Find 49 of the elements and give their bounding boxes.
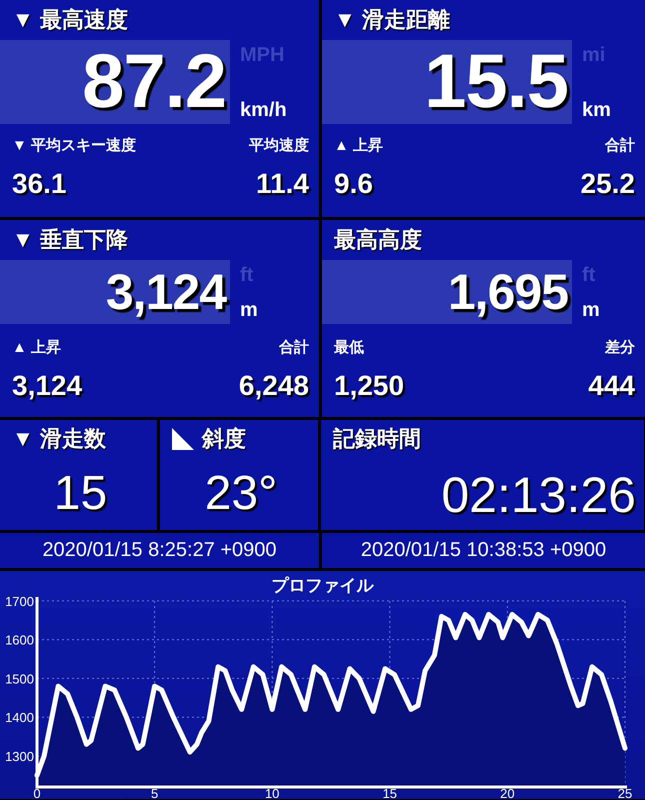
axis-tick-label: 15 — [382, 786, 398, 799]
stat-label: ▲ 上昇 — [334, 136, 384, 156]
value-display: 15 — [52, 466, 108, 521]
unit-label: m — [240, 299, 258, 322]
panel-title: 記録時間 — [333, 425, 421, 453]
chart-title: プロファイル — [272, 576, 374, 595]
axis-tick-label: 1300 — [5, 748, 34, 764]
panel-title: 斜度 — [202, 425, 246, 453]
stat-value: 444 — [588, 370, 635, 402]
stat-label: 合計 — [278, 338, 309, 358]
stat-value: 9.6 — [334, 168, 374, 200]
value-display: 02:13:26 — [440, 466, 636, 524]
value-display: 3,124 — [0, 260, 230, 324]
stat-label: 平均速度 — [249, 136, 309, 156]
axis-tick-label: 1600 — [5, 632, 34, 648]
value-display: 87.2 — [0, 40, 230, 124]
stat-value: 3,124 — [12, 370, 82, 402]
axis-tick-label: 25 — [618, 786, 632, 799]
stat-label: ▲ 上昇 — [12, 338, 62, 358]
timestamp: 2020/01/15 10:38:53 +0900 — [322, 533, 645, 568]
slope-icon — [172, 428, 194, 450]
panel-title: 最高高度 — [333, 226, 423, 254]
value-display: 1,695 — [322, 260, 572, 324]
stat-value: 11.4 — [255, 168, 309, 200]
panel-title: ▼ 滑走数 — [12, 425, 106, 453]
unit-label: km — [582, 99, 611, 122]
axis-tick-label: 0 — [33, 786, 41, 799]
value-display: 23° — [204, 466, 278, 521]
axis-tick-label: 10 — [264, 786, 280, 799]
timestamp: 2020/01/15 8:25:27 +0900 — [0, 533, 319, 568]
panel-title: ▼ 垂直下降 — [11, 226, 129, 254]
stat-label: 最低 — [334, 338, 365, 358]
stat-value: 36.1 — [12, 168, 68, 200]
value-display: 15.5 — [322, 40, 572, 124]
axis-tick-label: 5 — [150, 786, 158, 799]
axis-tick-label: 1700 — [5, 594, 34, 609]
stat-value: 6,248 — [238, 370, 309, 402]
stat-value: 25.2 — [580, 168, 635, 200]
axis-tick-label: 1400 — [5, 710, 34, 726]
stat-label: ▼ 平均スキー速度 — [12, 136, 136, 156]
axis-tick-label: 20 — [500, 786, 515, 799]
stat-label: 差分 — [604, 338, 635, 358]
stat-label: 合計 — [604, 136, 635, 156]
unit-label: km/h — [240, 99, 287, 122]
stat-value: 1,250 — [334, 370, 404, 402]
axis-tick-label: 1500 — [5, 671, 34, 686]
panel-title: ▼ 滑走距離 — [333, 6, 451, 34]
unit-label: m — [582, 299, 600, 322]
panel-title: ▼ 最高速度 — [11, 6, 129, 34]
